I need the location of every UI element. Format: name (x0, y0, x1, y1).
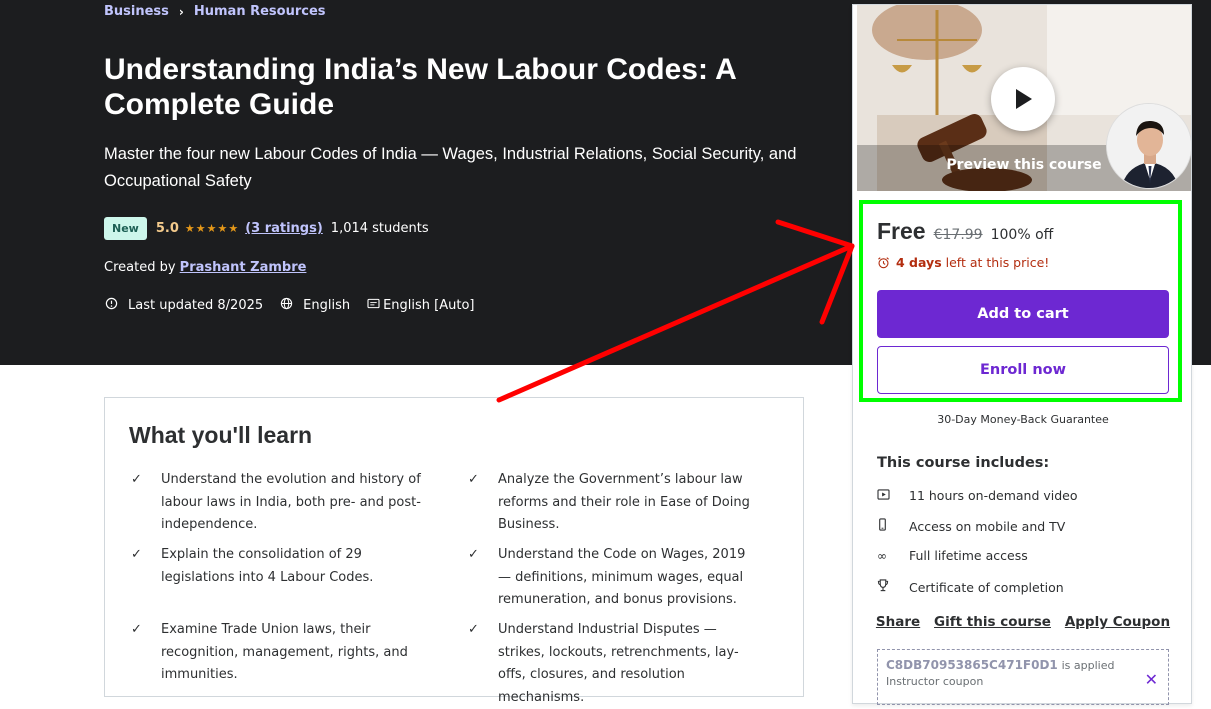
coupon-applied-text: is applied (1061, 659, 1115, 672)
applied-coupon: C8DB70953865C471F0D1 is applied Instruct… (877, 649, 1169, 705)
video-icon (877, 488, 909, 503)
learn-title: What you'll learn (129, 422, 313, 448)
chevron-right-icon: › (178, 4, 184, 19)
check-icon: ✓ (468, 547, 479, 562)
includes-item-label: Certificate of completion (909, 579, 1064, 595)
card-links: Share Gift this course Apply Coupon (853, 614, 1193, 630)
trophy-icon (877, 579, 909, 595)
apply-coupon-link[interactable]: Apply Coupon (1065, 614, 1170, 630)
instructor-avatar (1106, 103, 1191, 189)
preview-label: Preview this course (946, 157, 1102, 173)
gift-course-link[interactable]: Gift this course (934, 614, 1051, 630)
learn-item-text: Understand the evolution and history of … (161, 472, 421, 532)
alert-badge-icon (104, 297, 119, 314)
breadcrumb-item-human-resources[interactable]: Human Resources (194, 4, 326, 19)
money-back-guarantee: 30-Day Money-Back Guarantee (937, 413, 1109, 426)
includes-item: ∞ Full lifetime access (877, 548, 1028, 563)
new-badge: New (104, 217, 147, 240)
check-icon: ✓ (131, 622, 142, 637)
breadcrumb-item-business[interactable]: Business (104, 4, 169, 19)
last-updated-text: Last updated 8/2025 (128, 298, 264, 313)
learn-item-text: Explain the consolidation of 29 legislat… (161, 547, 374, 585)
includes-item: Access on mobile and TV (877, 518, 1065, 534)
includes-item-label: 11 hours on-demand video (909, 488, 1078, 503)
star-rating-icon: ★★★★★ (184, 222, 240, 235)
includes-item: 11 hours on-demand video (877, 488, 1078, 503)
learn-item-text: Understand Industrial Disputes — strikes… (498, 622, 739, 705)
check-icon: ✓ (468, 622, 479, 637)
list-item: ✓ Analyze the Government’s labour law re… (466, 469, 786, 537)
created-by: Created by Prashant Zambre (104, 260, 306, 275)
includes-title: This course includes: (877, 455, 1050, 471)
ratings-count-link[interactable]: (3 ratings) (245, 221, 323, 236)
includes-item-label: Full lifetime access (909, 548, 1028, 563)
mobile-icon (877, 518, 909, 534)
list-item: ✓ Understand the Code on Wages, 2019 — d… (466, 544, 756, 612)
list-item: ✓ Examine Trade Union laws, their recogn… (129, 619, 439, 687)
globe-icon (279, 297, 294, 314)
captions-text: English [Auto] (383, 298, 475, 313)
course-subtitle: Master the four new Labour Codes of Indi… (104, 145, 797, 190)
course-preview-video[interactable]: Preview this course (857, 5, 1191, 191)
learn-item-text: Understand the Code on Wages, 2019 — def… (498, 547, 746, 607)
students-count: 1,014 students (330, 221, 429, 236)
check-icon: ✓ (468, 472, 479, 487)
infinity-icon: ∞ (877, 548, 887, 563)
coupon-type: Instructor coupon (886, 675, 984, 688)
language: English (279, 297, 350, 314)
instructor-link[interactable]: Prashant Zambre (180, 260, 307, 275)
annotation-highlight-box (859, 200, 1182, 402)
coupon-code: C8DB70953865C471F0D1 (886, 658, 1058, 672)
course-meta: Last updated 8/2025 English English [Aut… (104, 297, 491, 314)
what-youll-learn-section: What you'll learn ✓ Understand the evolu… (104, 397, 804, 705)
learn-item-text: Examine Trade Union laws, their recognit… (161, 622, 408, 682)
closed-captions-icon (366, 298, 381, 313)
play-icon (1016, 89, 1032, 109)
includes-item: Certificate of completion (877, 579, 1064, 595)
play-button[interactable] (991, 67, 1055, 131)
language-text: English (303, 298, 351, 313)
list-item: ✓ Understand the evolution and history o… (129, 469, 439, 537)
list-item: ✓ Understand Industrial Disputes — strik… (466, 619, 766, 709)
captions: English [Auto] (366, 298, 475, 313)
rating-row: New 5.0 ★★★★★ (3 ratings) 1,014 students (104, 217, 429, 240)
course-title: Understanding India’s New Labour Codes: … (104, 53, 736, 121)
check-icon: ✓ (131, 547, 142, 562)
learn-item-text: Analyze the Government’s labour law refo… (498, 472, 750, 532)
last-updated: Last updated 8/2025 (104, 297, 263, 314)
check-icon: ✓ (131, 472, 142, 487)
rating-value: 5.0 (155, 221, 179, 236)
includes-item-label: Access on mobile and TV (909, 518, 1066, 534)
created-by-label: Created by (104, 260, 176, 275)
share-link[interactable]: Share (876, 614, 920, 630)
remove-coupon-icon[interactable]: ✕ (1145, 670, 1158, 689)
list-item: ✓ Explain the consolidation of 29 legisl… (129, 544, 439, 589)
breadcrumb: Business › Human Resources (104, 4, 326, 19)
